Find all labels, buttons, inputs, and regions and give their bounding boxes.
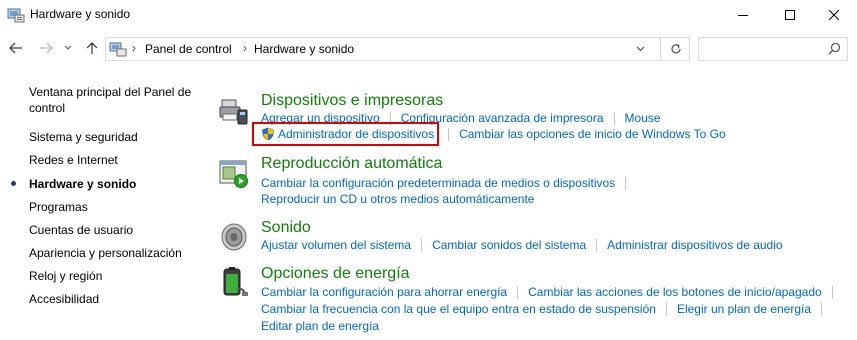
refresh-button[interactable]: [660, 38, 691, 60]
link-separator: [421, 238, 423, 252]
forward-button[interactable]: [36, 37, 56, 59]
close-icon: [829, 10, 839, 20]
breadcrumb-separator-icon[interactable]: ›: [243, 41, 247, 55]
control-panel-icon: [7, 6, 25, 24]
arrow-up-icon: [86, 42, 98, 54]
category-title-sound[interactable]: Sonido: [261, 219, 311, 237]
sidebar-item-system-security[interactable]: Sistema y seguridad: [29, 129, 138, 145]
back-button[interactable]: [6, 37, 26, 59]
refresh-icon: [671, 44, 681, 54]
link-row: Cambiar la configuración para ahorrar en…: [261, 285, 843, 299]
title-bar: Hardware y sonido: [0, 0, 857, 30]
maximize-icon: [785, 10, 795, 20]
search-icon: [828, 42, 841, 55]
chevron-down-icon: [64, 45, 72, 50]
search-box[interactable]: [698, 37, 848, 61]
category-title-autoplay[interactable]: Reproducción automática: [261, 155, 442, 173]
change-battery-settings-link[interactable]: Cambiar la configuración para ahorrar en…: [261, 285, 507, 299]
devices-printers-icon[interactable]: [218, 96, 250, 128]
sidebar-item-home[interactable]: Ventana principal del Panel de control: [29, 84, 199, 116]
category-title-power-options[interactable]: Opciones de energía: [261, 265, 410, 283]
maximize-button[interactable]: [767, 0, 813, 30]
link-separator: [665, 302, 667, 316]
sidebar-item-appearance[interactable]: Apariencia y personalización: [29, 245, 182, 261]
link-separator: [596, 238, 598, 252]
sidebar-item-hardware-sound[interactable]: Hardware y sonido: [29, 176, 136, 192]
window-title: Hardware y sonido: [30, 7, 131, 21]
change-system-sounds-link[interactable]: Cambiar sonidos del sistema: [432, 238, 586, 252]
arrow-right-icon: [40, 42, 53, 54]
link-row: Cambiar la frecuencia con la que el equi…: [261, 302, 832, 316]
category-title-devices-printers[interactable]: Dispositivos e impresoras: [261, 92, 443, 110]
choose-power-plan-link[interactable]: Elegir un plan de energía: [677, 302, 811, 316]
address-dropdown-button[interactable]: [629, 38, 651, 60]
link-row: Reproducir un CD u otros medios automáti…: [261, 192, 534, 206]
speaker-icon[interactable]: [218, 220, 250, 252]
minimize-icon: [738, 15, 748, 16]
breadcrumb-hardware-sound[interactable]: Hardware y sonido: [254, 42, 354, 56]
windows-to-go-link[interactable]: Cambiar las opciones de inicio de Window…: [459, 127, 726, 141]
sidebar-item-network-internet[interactable]: Redes e Internet: [29, 152, 118, 168]
current-item-bullet: [11, 181, 16, 186]
adjust-system-volume-link[interactable]: Ajustar volumen del sistema: [261, 238, 411, 252]
breadcrumb-control-panel[interactable]: Panel de control: [145, 42, 232, 56]
link-separator: [625, 176, 627, 190]
recent-locations-button[interactable]: [61, 37, 75, 59]
sidebar-item-clock-region[interactable]: Reloj y región: [29, 268, 102, 284]
sleep-frequency-link[interactable]: Cambiar la frecuencia con la que el equi…: [261, 302, 656, 316]
edit-power-plan-link[interactable]: Editar plan de energía: [261, 319, 379, 333]
link-separator: [613, 111, 615, 125]
link-separator: [517, 285, 519, 299]
address-bar[interactable]: › Panel de control › Hardware y sonido: [105, 37, 690, 61]
link-separator: [821, 302, 823, 316]
power-buttons-actions-link[interactable]: Cambiar las acciones de los botones de i…: [528, 285, 822, 299]
minimize-button[interactable]: [720, 0, 766, 30]
link-row: Editar plan de energía: [261, 319, 379, 333]
search-input[interactable]: [703, 40, 822, 60]
breadcrumb-separator-icon[interactable]: ›: [132, 41, 136, 55]
link-row: Ajustar volumen del sistema Cambiar soni…: [261, 238, 783, 252]
chevron-down-icon: [636, 46, 644, 52]
arrow-left-icon: [9, 42, 22, 54]
link-row: Cambiar la configuración predeterminada …: [261, 176, 636, 190]
sidebar-item-programs[interactable]: Programas: [29, 199, 88, 215]
link-separator: [831, 285, 833, 299]
play-cd-automatically-link[interactable]: Reproducir un CD u otros medios automáti…: [261, 192, 534, 206]
sidebar-item-accessibility[interactable]: Accesibilidad: [29, 291, 99, 307]
autoplay-defaults-link[interactable]: Cambiar la configuración predeterminada …: [261, 176, 615, 190]
control-panel-icon: [109, 41, 127, 57]
autoplay-icon[interactable]: [218, 157, 250, 189]
mouse-link[interactable]: Mouse: [625, 111, 661, 125]
highlight-box: [252, 122, 439, 146]
battery-icon[interactable]: [218, 266, 250, 298]
sidebar-item-user-accounts[interactable]: Cuentas de usuario: [29, 222, 133, 238]
manage-audio-devices-link[interactable]: Administrar dispositivos de audio: [607, 238, 782, 252]
link-separator: [448, 127, 450, 141]
up-button[interactable]: [82, 37, 102, 59]
close-button[interactable]: [811, 0, 857, 30]
